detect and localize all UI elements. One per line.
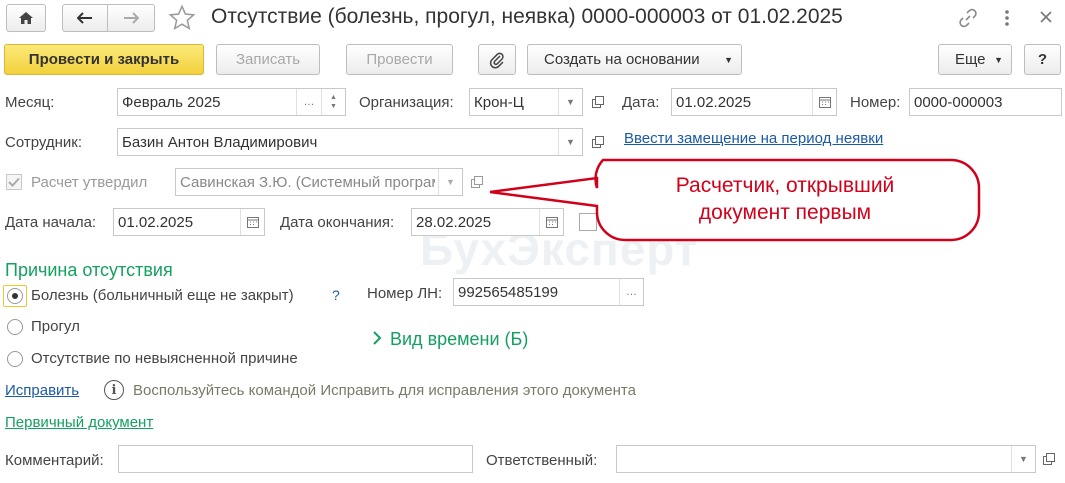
link-icon xyxy=(959,8,977,28)
employee-open-button[interactable] xyxy=(586,130,610,154)
create-based-on-label: Создать на основании xyxy=(544,51,700,68)
reason-heading: Причина отсутствия xyxy=(5,260,173,280)
organization-label: Организация: xyxy=(359,94,454,111)
home-icon xyxy=(19,12,33,24)
reason-help-icon[interactable]: ? xyxy=(332,287,340,303)
organization-field[interactable]: Крон-Ц ▼ xyxy=(469,88,583,116)
month-value: Февраль 2025 xyxy=(122,93,221,111)
dropdown-arrow-icon: ▼ xyxy=(724,54,733,65)
dropdown-arrow-icon: ▼ xyxy=(994,54,1003,65)
close-icon xyxy=(1040,11,1052,23)
fix-link[interactable]: Исправить xyxy=(5,382,79,399)
organization-open-button[interactable] xyxy=(586,90,610,114)
reason-truancy-radio[interactable] xyxy=(7,319,23,335)
responsible-open-button[interactable] xyxy=(1037,447,1061,471)
reason-unknown-radio[interactable] xyxy=(7,351,23,367)
forward-arrow-icon xyxy=(124,12,139,24)
approved-label: Расчет утвердил xyxy=(31,174,148,191)
check-icon xyxy=(8,177,20,187)
start-date-value: 01.02.2025 xyxy=(118,213,194,231)
callout-text: Расчетчик, открывший документ первым xyxy=(620,172,950,226)
open-form-icon xyxy=(471,176,483,188)
end-date-label: Дата окончания: xyxy=(280,214,395,231)
star-icon xyxy=(168,4,196,31)
date-calendar-button[interactable] xyxy=(812,89,836,115)
open-form-icon xyxy=(592,96,604,108)
month-spin-button[interactable]: ▲ ▼ xyxy=(321,89,345,115)
more-label: Еще xyxy=(955,51,986,68)
comment-field[interactable] xyxy=(118,445,473,473)
open-form-icon xyxy=(1043,453,1055,465)
date-field[interactable]: 01.02.2025 xyxy=(671,88,837,116)
approved-checkbox[interactable] xyxy=(6,174,22,190)
sick-number-select-button[interactable]: … xyxy=(619,279,643,305)
back-arrow-icon xyxy=(77,12,92,24)
reason-sick-radio[interactable] xyxy=(7,288,23,304)
fix-hint: Воспользуйтесь командой Исправить для ис… xyxy=(133,382,636,399)
start-date-label: Дата начала: xyxy=(5,214,97,231)
date-value: 01.02.2025 xyxy=(676,93,752,111)
help-button[interactable]: ? xyxy=(1024,44,1061,75)
back-button[interactable] xyxy=(62,4,108,32)
month-label: Месяц: xyxy=(5,94,55,111)
number-label: Номер: xyxy=(850,94,901,111)
home-button[interactable] xyxy=(6,4,46,32)
approved-value: Савинская З.Ю. (Системный программист) xyxy=(180,173,435,191)
comment-label: Комментарий: xyxy=(5,452,104,469)
info-icon: i xyxy=(104,380,124,400)
more-button[interactable]: Еще ▼ xyxy=(938,44,1012,75)
calendar-icon xyxy=(246,217,259,228)
end-date-value: 28.02.2025 xyxy=(416,213,492,231)
sick-number-label: Номер ЛН: xyxy=(367,285,443,302)
copy-link-button[interactable] xyxy=(958,8,978,32)
start-date-calendar-button[interactable] xyxy=(240,209,264,235)
responsible-dropdown-button[interactable]: ▼ xyxy=(1011,446,1035,472)
reason-truancy-label[interactable]: Прогул xyxy=(31,318,80,335)
open-form-icon xyxy=(592,136,604,148)
create-based-on-button[interactable]: Создать на основании ▼ xyxy=(527,44,742,75)
employee-field[interactable]: Базин Антон Владимирович ▼ xyxy=(117,128,583,156)
favorite-button[interactable] xyxy=(168,4,196,36)
post-and-close-button[interactable]: Провести и закрыть xyxy=(4,44,204,75)
more-actions-button[interactable] xyxy=(1003,8,1011,32)
employee-label: Сотрудник: xyxy=(5,134,83,151)
page-title: Отсутствие (болезнь, прогул, неявка) 000… xyxy=(211,5,843,28)
attach-button[interactable] xyxy=(478,44,516,75)
start-date-field[interactable]: 01.02.2025 xyxy=(113,208,265,236)
close-button[interactable] xyxy=(1038,9,1054,29)
approved-dropdown-button[interactable]: ▼ xyxy=(438,169,462,195)
callout-line-2: документ первым xyxy=(698,201,872,224)
month-select-button[interactable]: … xyxy=(296,89,321,115)
time-kind-toggle[interactable]: Вид времени (Б) xyxy=(372,329,528,350)
callout-line-1: Расчетчик, открывший xyxy=(675,174,895,197)
approved-field[interactable]: Савинская З.Ю. (Системный программист) ▼ xyxy=(175,168,463,196)
date-label: Дата: xyxy=(622,94,660,111)
employee-value: Базин Антон Владимирович xyxy=(122,133,318,151)
replacement-link[interactable]: Ввести замещение на период неявки xyxy=(624,130,883,147)
reason-unknown-label[interactable]: Отсутствие по невыясненной причине xyxy=(31,350,298,367)
responsible-label: Ответственный: xyxy=(486,452,598,469)
month-field[interactable]: Февраль 2025 … ▲ ▼ xyxy=(117,88,346,116)
employee-dropdown-button[interactable]: ▼ xyxy=(558,129,582,155)
time-kind-label: Вид времени (Б) xyxy=(390,329,529,349)
sick-number-value: 992565485199 xyxy=(458,283,559,301)
sick-number-field[interactable]: 992565485199 … xyxy=(453,278,644,306)
calendar-icon xyxy=(818,97,831,108)
organization-dropdown-button[interactable]: ▼ xyxy=(558,89,582,115)
save-button[interactable]: Записать xyxy=(216,44,320,75)
responsible-field[interactable]: ▼ xyxy=(616,445,1036,473)
more-vert-icon xyxy=(1005,10,1009,26)
post-button[interactable]: Провести xyxy=(346,44,453,75)
paperclip-icon xyxy=(489,52,504,68)
chevron-right-icon xyxy=(372,329,382,350)
primary-document-link[interactable]: Первичный документ xyxy=(5,414,153,431)
number-value: 0000-000003 xyxy=(914,93,1003,111)
organization-value: Крон-Ц xyxy=(474,93,524,111)
reason-sick-label[interactable]: Болезнь (больничный еще не закрыт) xyxy=(31,287,294,304)
forward-button[interactable] xyxy=(107,4,155,32)
number-field[interactable]: 0000-000003 xyxy=(909,88,1062,116)
